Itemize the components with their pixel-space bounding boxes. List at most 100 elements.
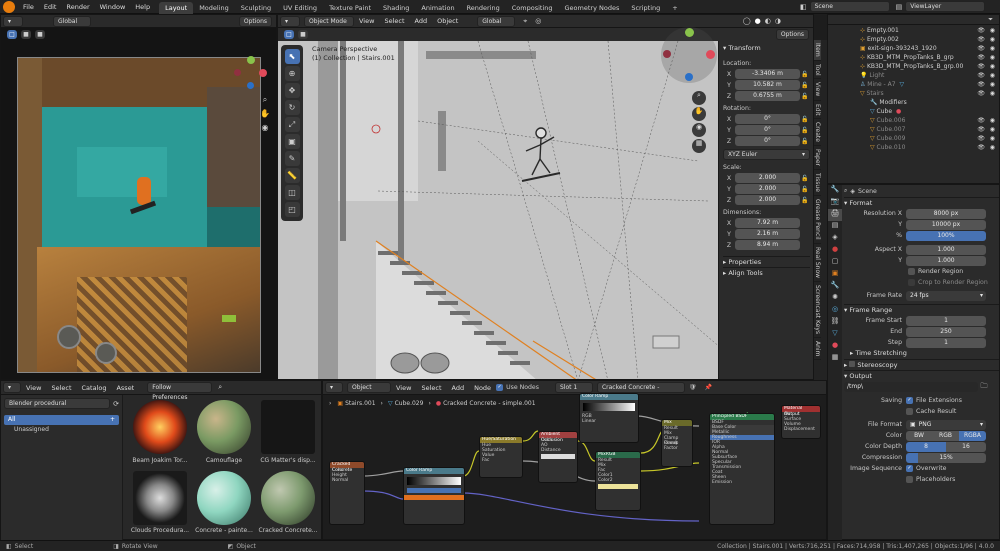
outliner-item[interactable]: ⊹ Empty.001 👁 ◉ [828,26,999,35]
menu-window[interactable]: Window [95,0,131,14]
render-tab-icon[interactable]: 📷 [828,197,842,209]
outliner-item[interactable]: ⊹ Empty.002 👁 ◉ [828,35,999,44]
eye-icon[interactable]: 👁 [977,44,985,53]
asset-thumbnail[interactable] [133,471,187,525]
outliner-filter-icon[interactable]: ⏷ [988,16,993,24]
viewport-menu-select[interactable]: Select [379,15,409,28]
color-bw-button[interactable]: BW [906,430,932,441]
object-mode-selector[interactable]: Object Mode [304,15,354,27]
node-image-texture[interactable]: Color Ramp RGB Linear [579,393,639,443]
color-rgba-button[interactable]: RGBA [959,430,986,441]
eye-icon[interactable]: 👁 [977,125,985,134]
node-texture-coordinate[interactable]: Cracked Concrete Color Height Normal [329,461,365,525]
menu-render[interactable]: Render [61,0,94,14]
camera-render-icon[interactable]: ◉ [990,116,995,125]
camera-render-icon[interactable]: ◉ [990,71,995,80]
zoom-icon[interactable]: ⌕ [692,91,706,105]
camera-view-icon[interactable]: ◉ [692,123,706,137]
color-rgb-button[interactable]: RGB [932,430,959,441]
camera-render-icon[interactable]: ◉ [990,134,995,143]
camera-icon[interactable]: ◉ [258,123,272,137]
modifier-tab-icon[interactable]: 🔧 [828,281,842,293]
tab-sculpting[interactable]: Sculpting [235,2,277,14]
side-tab-edit[interactable]: Edit [814,101,821,120]
depth-8-button[interactable]: 8 [906,441,946,452]
node-principled-bsdf[interactable]: Principled BSDF BSDF Base Color Metallic Rou… [709,413,775,525]
stereoscopy-section-header[interactable]: ▸ Stereoscopy [844,359,999,370]
outliner-item[interactable]: ▽ Cube ● [828,107,999,116]
asset-thumbnail[interactable] [197,471,251,525]
output-section-header[interactable]: ▾ Output [844,370,999,381]
side-tab-screencast-keys[interactable]: Screencast Keys [814,282,821,338]
asset-thumbnail[interactable] [133,400,187,454]
folder-icon[interactable]: 🗀 [978,382,990,393]
node-color-ramp[interactable]: Color Ramp [403,467,465,525]
lock-icon[interactable]: 🔓 [800,93,810,100]
lock-icon[interactable]: 🔓 [800,116,810,123]
eye-icon[interactable]: 👁 [977,116,985,125]
compression-slider[interactable]: 15% [906,452,986,463]
asset-thumbnail[interactable] [261,400,315,454]
aspect-x-field[interactable]: 1.000 [906,244,986,255]
properties-section-header[interactable]: ▸ Properties [723,256,810,267]
tab-shading[interactable]: Shading [377,2,415,14]
material-shading-icon[interactable]: ◐ [765,17,771,25]
tab-rendering[interactable]: Rendering [461,2,506,14]
side-tab-view[interactable]: View [814,79,821,101]
add-cube-tool-icon[interactable]: ◫ [284,185,300,200]
file-extensions-checkbox[interactable]: ✓ [906,397,913,404]
asset-menu-view[interactable]: View [21,381,46,395]
cursor-tool-icon[interactable]: ⊕ [284,66,300,81]
hand-pan-icon[interactable]: ✋ [692,107,706,121]
outliner-item[interactable]: 💡 Light 👁 ◉ [828,71,999,80]
select-mode-icon[interactable]: ■ [21,30,31,39]
cache-result-checkbox[interactable] [906,408,913,415]
asset-thumbnail[interactable] [197,400,251,454]
depth-16-button[interactable]: 16 [946,441,986,452]
editor-type-button[interactable]: ▾ [280,15,300,27]
world-tab-icon[interactable]: ● [828,245,842,257]
side-tab-real-snow[interactable]: Real Snow [814,244,821,282]
outliner-item[interactable]: ▣ exit-sign-393243_1920 👁 ◉ [828,44,999,53]
rotation-mode-dropdown[interactable]: XYZ Euler ▾ [723,149,810,160]
shader-node-editor[interactable]: ▾ Object View Select Add Node ✓ Use Nodes… [322,380,827,540]
blender-logo-icon[interactable] [3,0,15,13]
menu-file[interactable]: File [18,0,39,14]
shape-tool-icon[interactable]: ◰ [284,202,300,217]
align-tools-section-header[interactable]: ▸ Align Tools [723,267,810,278]
search-icon[interactable]: ⌕ [844,187,847,195]
view-layer-selector[interactable]: ViewLayer [905,1,986,12]
viewport-menu-add[interactable]: Add [410,15,433,28]
ortho-toggle-icon[interactable]: ▦ [692,139,706,153]
rendered-shading-icon[interactable]: ◑ [775,17,781,25]
format-section-header[interactable]: ▾ Format [844,197,999,208]
side-tab-tool[interactable]: Tool [814,61,821,80]
select-mode-icon[interactable]: ■ [298,30,308,39]
outliner-item[interactable]: ▽ Cube.006 👁 ◉ [828,116,999,125]
editor-type-button[interactable]: ▾ [3,15,23,27]
camera-render-icon[interactable]: ◉ [990,125,995,134]
asset-menu-asset[interactable]: Asset [111,381,139,395]
add-catalog-icon[interactable]: + [110,415,115,425]
outliner-item[interactable]: ▽ Cube.007 👁 ◉ [828,125,999,134]
tab-layout[interactable]: Layout [159,1,194,14]
lock-icon[interactable]: 🔓 [800,82,810,89]
outliner-item[interactable]: 🔧 Modifiers [828,98,999,107]
tab-modeling[interactable]: Modeling [193,2,235,14]
time-stretching-section-header[interactable]: ▸ Time Stretching [844,348,999,359]
viewport-options-button[interactable]: Options [775,29,809,40]
rotate-tool-icon[interactable]: ↻ [284,100,300,115]
transform-tool-icon[interactable]: ▣ [284,134,300,149]
location-y-field[interactable]: 10.582 m [735,80,800,90]
measure-tool-icon[interactable]: 📏 [284,168,300,183]
camera-render-icon[interactable]: ◉ [990,80,995,89]
eye-icon[interactable]: 👁 [977,53,985,62]
crop-region-checkbox[interactable] [908,279,915,286]
frame-step-field[interactable]: 1 [906,337,986,348]
eye-icon[interactable]: 👁 [977,134,985,143]
refresh-icon[interactable]: ⟳ [113,400,119,408]
aspect-y-field[interactable]: 1.000 [906,255,986,266]
placeholders-checkbox[interactable] [906,476,913,483]
outliner-item[interactable]: ⊹ KB3D_MTM_PropTanks_B_grp 👁 ◉ [828,53,999,62]
frame-end-field[interactable]: 250 [906,326,986,337]
